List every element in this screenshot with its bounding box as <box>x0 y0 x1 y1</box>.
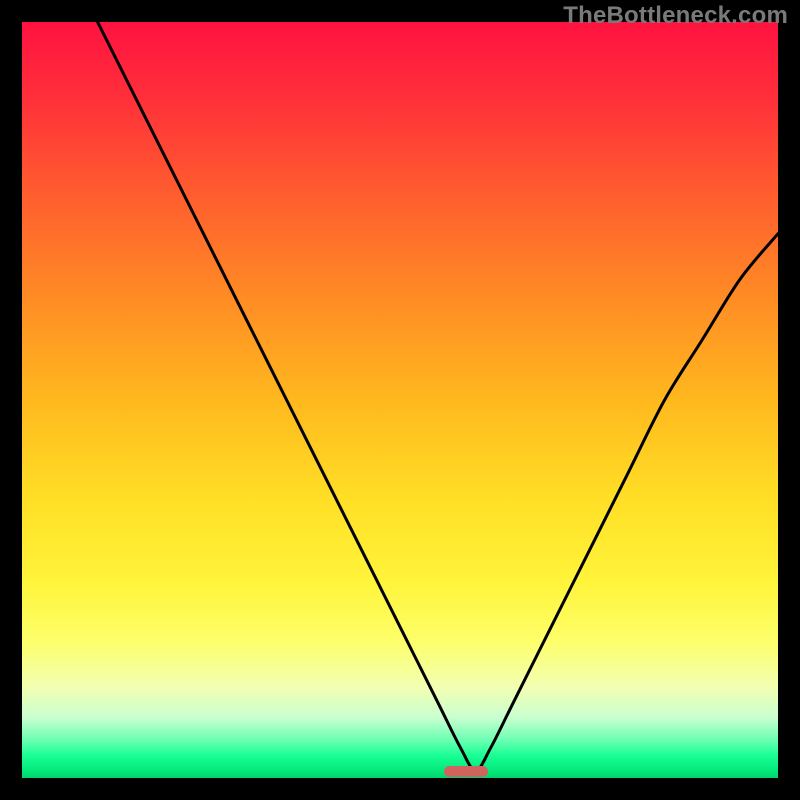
curve-path <box>98 22 778 770</box>
optimal-marker <box>444 766 488 777</box>
plot-area <box>22 22 778 778</box>
watermark-text: TheBottleneck.com <box>563 2 788 30</box>
chart-frame: TheBottleneck.com <box>0 0 800 800</box>
bottleneck-curve <box>22 22 778 778</box>
